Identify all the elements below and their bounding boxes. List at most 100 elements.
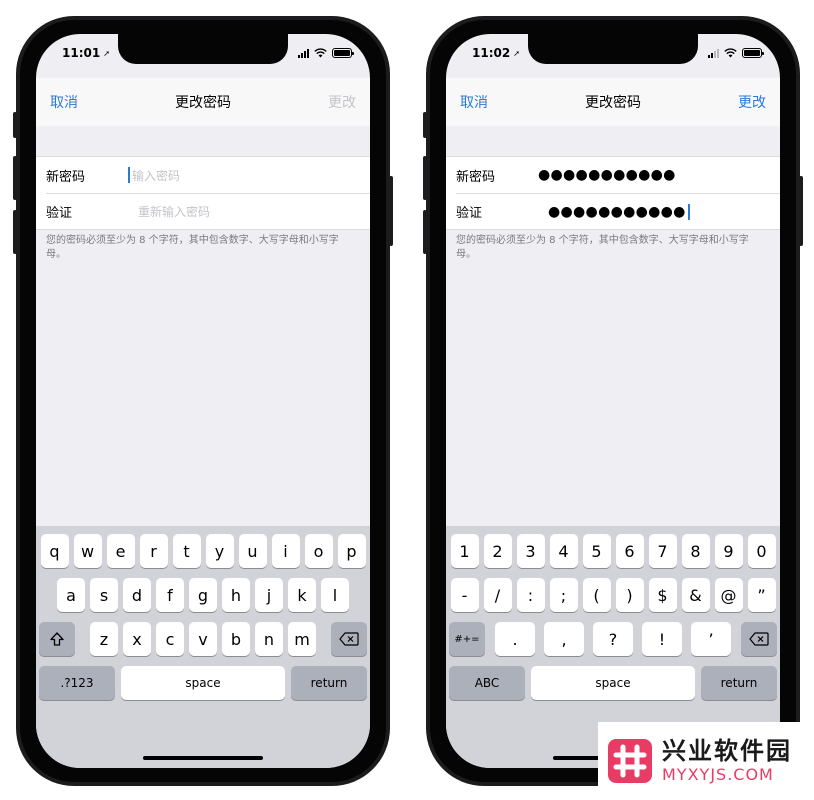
new-password-label: 新密码 <box>456 169 496 185</box>
key[interactable]: c <box>156 622 184 656</box>
key[interactable]: ( <box>582 578 611 612</box>
nav-bar: 取消 更改密码 更改 <box>446 78 780 126</box>
return-key[interactable]: return <box>701 666 777 700</box>
delete-key[interactable] <box>331 622 367 656</box>
key[interactable]: 7 <box>648 534 677 568</box>
key[interactable]: g <box>189 578 217 612</box>
key[interactable]: q <box>40 534 69 568</box>
key[interactable]: 3 <box>516 534 545 568</box>
key[interactable]: 0 <box>747 534 776 568</box>
space-key[interactable]: space <box>121 666 285 700</box>
letters-mode-key[interactable]: ABC <box>449 666 525 700</box>
password-requirement-hint: 您的密码必须至少为 8 个字符，其中包含数字、大写字母和小写字母。 <box>46 235 339 260</box>
battery-icon <box>742 48 764 58</box>
new-password-row[interactable]: 新密码 输入密码 <box>36 157 370 193</box>
verify-password-input[interactable]: 重新输入密码 <box>138 203 370 220</box>
text-caret <box>128 167 130 183</box>
key[interactable]: a <box>57 578 85 612</box>
key[interactable]: & <box>681 578 710 612</box>
key[interactable]: 1 <box>450 534 479 568</box>
page-title: 更改密码 <box>585 95 641 111</box>
password-form: 新密码 ●●●●●●●●●●● 验证 ●●●●●●●●●●● <box>446 156 780 230</box>
verify-password-row[interactable]: 验证 ●●●●●●●●●●● <box>456 193 780 229</box>
page-title: 更改密码 <box>175 95 231 111</box>
text-caret <box>687 203 690 220</box>
key[interactable]: n <box>255 622 283 656</box>
verify-password-input[interactable]: ●●●●●●●●●●● <box>548 203 780 220</box>
key[interactable]: ! <box>642 622 682 656</box>
key[interactable]: r <box>139 534 168 568</box>
verify-password-row[interactable]: 验证 重新输入密码 <box>46 193 370 229</box>
return-key[interactable]: return <box>291 666 367 700</box>
key[interactable]: z <box>90 622 118 656</box>
key[interactable]: ; <box>549 578 578 612</box>
key[interactable]: p <box>337 534 366 568</box>
change-button[interactable]: 更改 <box>328 92 356 112</box>
key[interactable]: . <box>495 622 535 656</box>
key[interactable]: - <box>450 578 479 612</box>
notch <box>528 34 698 64</box>
symbols-key[interactable]: #+= <box>449 622 485 656</box>
key[interactable]: ? <box>593 622 633 656</box>
status-time: 11:01 <box>62 46 101 60</box>
key[interactable]: ) <box>615 578 644 612</box>
new-password-row[interactable]: 新密码 ●●●●●●●●●●● <box>446 157 780 193</box>
key[interactable]: h <box>222 578 250 612</box>
key[interactable]: 5 <box>582 534 611 568</box>
key[interactable]: 6 <box>615 534 644 568</box>
key[interactable]: x <box>123 622 151 656</box>
verify-label: 验证 <box>456 206 483 221</box>
verify-label: 验证 <box>46 206 73 221</box>
key[interactable]: , <box>544 622 584 656</box>
new-password-value: ●●●●●●●●●●● <box>538 167 676 183</box>
key[interactable]: e <box>106 534 135 568</box>
comparison-stage: 11:01 ➚ 取消 更改密码 更改 新密码 输入密码 验证 重新输入密码 您的… <box>0 0 814 800</box>
key[interactable]: v <box>189 622 217 656</box>
location-arrow-icon: ➚ <box>513 48 520 58</box>
shift-key[interactable] <box>39 622 75 656</box>
delete-key[interactable] <box>741 622 777 656</box>
key[interactable]: d <box>123 578 151 612</box>
key[interactable]: s <box>90 578 118 612</box>
shift-icon <box>50 632 64 646</box>
key[interactable]: y <box>205 534 234 568</box>
home-indicator <box>143 756 263 760</box>
key[interactable]: : <box>516 578 545 612</box>
key[interactable]: o <box>304 534 333 568</box>
new-password-label: 新密码 <box>46 169 86 185</box>
screen-right: 11:02 ➚ 取消 更改密码 更改 新密码 ●●●●●●●●●●● 验证 ●●… <box>446 34 780 768</box>
key[interactable]: @ <box>714 578 743 612</box>
key[interactable]: t <box>172 534 201 568</box>
key[interactable]: 2 <box>483 534 512 568</box>
key[interactable]: i <box>271 534 300 568</box>
wifi-icon <box>314 48 327 58</box>
key[interactable]: j <box>255 578 283 612</box>
key[interactable]: k <box>288 578 316 612</box>
verify-password-value: ●●●●●●●●●●● <box>548 203 686 220</box>
key[interactable]: ’ <box>691 622 731 656</box>
key[interactable]: / <box>483 578 512 612</box>
change-button[interactable]: 更改 <box>738 92 766 112</box>
key[interactable]: m <box>288 622 316 656</box>
cancel-button[interactable]: 取消 <box>50 92 78 112</box>
new-password-input[interactable]: ●●●●●●●●●●● <box>538 167 780 183</box>
numbers-mode-key[interactable]: .?123 <box>39 666 115 700</box>
new-password-input[interactable]: 输入密码 <box>128 167 370 184</box>
key[interactable]: ” <box>747 578 776 612</box>
cancel-button[interactable]: 取消 <box>460 92 488 112</box>
key[interactable]: 8 <box>681 534 710 568</box>
key[interactable]: 4 <box>549 534 578 568</box>
key[interactable]: u <box>238 534 267 568</box>
key[interactable]: l <box>321 578 349 612</box>
key[interactable]: 9 <box>714 534 743 568</box>
key[interactable]: w <box>73 534 102 568</box>
key[interactable]: $ <box>648 578 677 612</box>
phone-right: 11:02 ➚ 取消 更改密码 更改 新密码 ●●●●●●●●●●● 验证 ●●… <box>423 16 803 786</box>
signal-icon <box>708 48 719 58</box>
key[interactable]: f <box>156 578 184 612</box>
space-key[interactable]: space <box>531 666 695 700</box>
notch <box>118 34 288 64</box>
nav-bar: 取消 更改密码 更改 <box>36 78 370 126</box>
key[interactable]: b <box>222 622 250 656</box>
location-arrow-icon: ➚ <box>103 48 110 58</box>
